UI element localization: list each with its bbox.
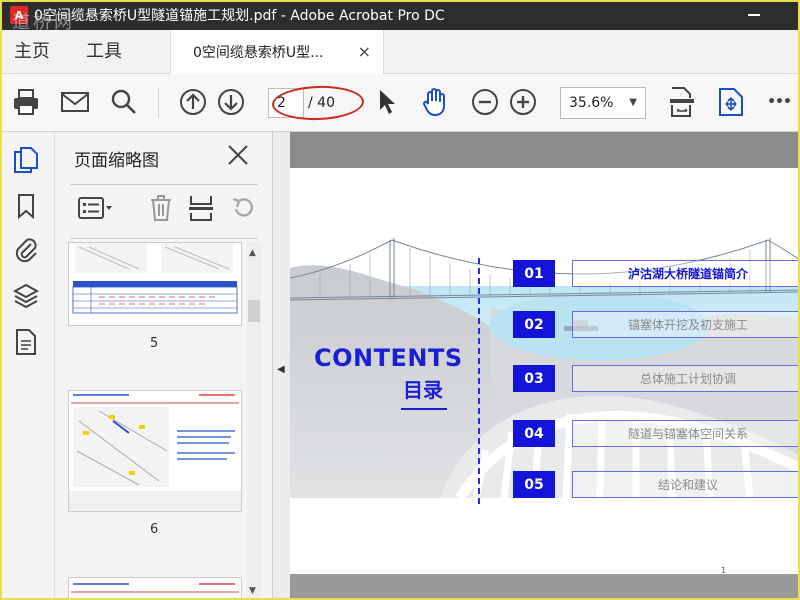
collapse-left-icon[interactable]: ◀ <box>277 364 285 375</box>
document-properties-icon[interactable] <box>12 328 40 356</box>
toc-number: 01 <box>513 260 555 287</box>
pdf-page: CONTENTS 目录 01 泸沽湖大桥隧道锚简介 02 锚塞体开挖及初支施工 … <box>290 168 800 574</box>
minimize-button[interactable] <box>748 14 760 16</box>
close-panel-icon[interactable] <box>227 144 249 166</box>
toc-item: 隧道与锚塞体空间关系 <box>572 420 800 447</box>
close-tab-icon[interactable]: × <box>358 42 371 61</box>
previous-page-icon[interactable] <box>178 87 208 117</box>
toolbar-divider <box>158 88 159 118</box>
zoom-value: 35.6% <box>569 95 614 111</box>
document-view[interactable]: CONTENTS 目录 01 泸沽湖大桥隧道锚简介 02 锚塞体开挖及初支施工 … <box>290 132 800 600</box>
attachment-icon[interactable] <box>12 236 40 264</box>
zoom-select[interactable]: 35.6% ▼ <box>560 87 646 119</box>
panel-title: 页面缩略图 <box>74 151 159 171</box>
export-page-icon[interactable] <box>716 87 746 117</box>
tab-tools[interactable]: 工具 <box>86 30 122 74</box>
contents-title: CONTENTS <box>314 344 463 372</box>
toc-number: 02 <box>513 311 555 338</box>
page-footer-number: 1 <box>721 566 727 574</box>
toc-number: 03 <box>513 365 555 392</box>
document-tab-label: 0空间缆悬索桥U型... <box>193 45 324 61</box>
thumbnail-options-icon[interactable] <box>75 192 117 224</box>
panel-collapse-bar[interactable]: ◀ <box>273 132 290 600</box>
thumbnail-page[interactable] <box>68 577 242 600</box>
email-icon[interactable] <box>60 87 90 117</box>
tab-document[interactable]: 0空间缆悬索桥U型... × <box>170 30 384 74</box>
thumbnail-page[interactable] <box>68 242 242 326</box>
contents-subtitle: 目录 <box>403 378 443 402</box>
toolbar: ••• <box>0 74 800 132</box>
more-tools-icon[interactable]: ••• <box>764 87 794 117</box>
zoom-out-icon[interactable] <box>470 87 500 117</box>
page-thumbnails-icon[interactable] <box>12 146 40 174</box>
toc-number: 05 <box>513 471 555 498</box>
trash-icon[interactable] <box>145 192 177 224</box>
toc-item: 总体施工计划协调 <box>572 365 800 392</box>
toc-number: 04 <box>513 420 555 447</box>
tab-bar: 主页 工具 0空间缆悬索桥U型... × <box>0 30 800 74</box>
scroll-down-icon[interactable]: ▼ <box>249 586 256 596</box>
search-icon[interactable] <box>109 87 139 117</box>
next-page-icon[interactable] <box>216 87 246 117</box>
hand-tool-icon[interactable] <box>421 87 451 117</box>
thumbnail-page-number: 6 <box>150 522 159 537</box>
select-cursor-icon[interactable] <box>372 87 402 117</box>
bookmark-icon[interactable] <box>12 192 40 220</box>
thumbnail-page-number: 5 <box>150 336 159 351</box>
panel-divider <box>70 184 258 185</box>
divider-dashed-line <box>478 258 480 504</box>
toc-item: 锚塞体开挖及初支施工 <box>572 311 800 338</box>
toc-item: 泸沽湖大桥隧道锚简介 <box>572 260 800 287</box>
fit-page-icon[interactable] <box>667 87 697 117</box>
chevron-down-icon: ▼ <box>629 97 637 108</box>
title-underline <box>401 408 447 410</box>
page-gap <box>290 574 800 600</box>
panel-divider <box>70 238 258 239</box>
print-icon[interactable] <box>11 87 41 117</box>
toc-item: 结论和建议 <box>572 471 800 498</box>
page-thumbnails-panel: 页面缩略图 5 6 ▲ ▼ <box>55 132 273 600</box>
tab-home[interactable]: 主页 <box>14 30 50 74</box>
left-icon-rail <box>0 132 55 600</box>
zoom-in-icon[interactable] <box>508 87 538 117</box>
thumbnail-scrollbar[interactable]: ▲ ▼ <box>247 242 261 600</box>
insert-page-icon[interactable] <box>185 192 217 224</box>
thumbnail-list: 5 6 <box>55 242 265 600</box>
window-title: 0空间缆悬索桥U型隧道锚施工规划.pdf - Adobe Acrobat Pro… <box>34 8 445 24</box>
title-bar: A 0空间缆悬索桥U型隧道锚施工规划.pdf - Adobe Acrobat P… <box>0 0 800 30</box>
layers-icon[interactable] <box>12 282 40 310</box>
thumbnail-page[interactable] <box>68 390 242 512</box>
scroll-up-icon[interactable]: ▲ <box>249 248 256 258</box>
rotate-page-icon[interactable] <box>227 192 259 224</box>
scrollbar-thumb[interactable] <box>248 300 260 322</box>
